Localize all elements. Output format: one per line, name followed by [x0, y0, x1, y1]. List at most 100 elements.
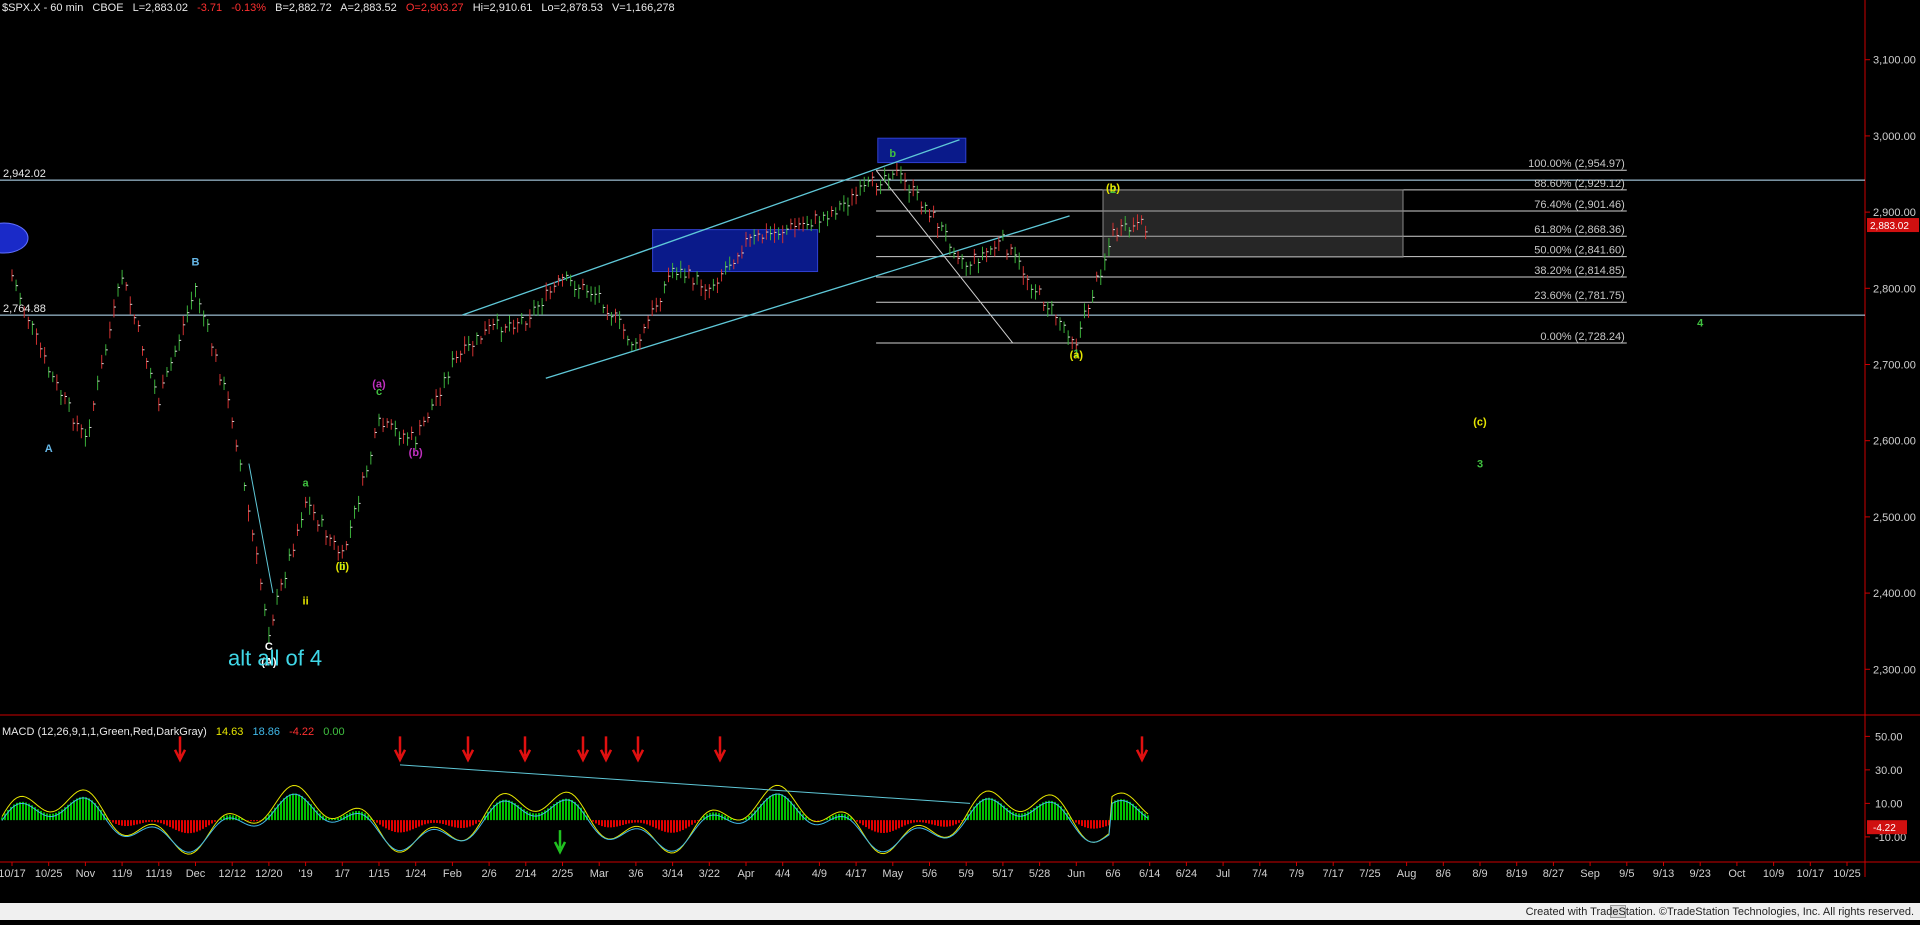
date-tick-label: 6/6: [1105, 868, 1120, 880]
date-tick-label: 8/9: [1472, 868, 1487, 880]
wave-label: 4: [1697, 317, 1704, 329]
down-arrow-marker: [599, 736, 613, 763]
date-tick-label: 3/6: [628, 868, 643, 880]
wave-label: c: [376, 386, 382, 398]
ask-price: A=2,883.52: [340, 2, 397, 14]
date-tick-label: 3/22: [699, 868, 720, 880]
date-tick-label: Feb: [443, 868, 462, 880]
date-tick-label: 9/23: [1689, 868, 1710, 880]
down-arrow-marker: [713, 736, 727, 763]
date-tick-label: Apr: [737, 868, 754, 880]
date-tick-label: Jun: [1067, 868, 1085, 880]
last-price: L=2,883.02: [132, 2, 189, 14]
date-tick-label: 1/7: [335, 868, 350, 880]
wave-label: A: [45, 443, 53, 455]
chart-header: $SPX.X - 60 min CBOE L=2,883.02 -3.71 -0…: [2, 2, 681, 14]
date-tick-label: 7/17: [1322, 868, 1343, 880]
down-arrow-marker: [173, 736, 187, 763]
macd-tick-label: 30.00: [1875, 765, 1903, 777]
price-tick-label: 2,500.00: [1873, 512, 1916, 524]
date-tick-label: 8/27: [1543, 868, 1564, 880]
fib-target-box: [1102, 189, 1404, 258]
date-tick-label: 5/28: [1029, 868, 1050, 880]
date-tick-label: Sep: [1580, 868, 1600, 880]
date-tick-label: 4/4: [775, 868, 790, 880]
blue-zone-box: [652, 229, 819, 273]
wave-label: 3: [1477, 458, 1483, 470]
date-tick-label: Aug: [1397, 868, 1417, 880]
price-tick-label: 3,100.00: [1873, 55, 1916, 67]
date-tick-label: 5/9: [959, 868, 974, 880]
wave-label: B: [192, 256, 200, 268]
up-arrow-marker: [553, 830, 567, 855]
date-tick-label: 3/14: [662, 868, 683, 880]
date-tick-label: 2/6: [481, 868, 496, 880]
fib-level-label: 100.00% (2,954.97): [1528, 158, 1625, 170]
net-change: -3.71: [197, 2, 223, 14]
date-tick-label: 7/4: [1252, 868, 1267, 880]
channel-line-short: [248, 463, 274, 594]
pct-change: -0.13%: [231, 2, 267, 14]
date-tick-label: 2/25: [552, 868, 573, 880]
price-tick-label: 2,300.00: [1873, 664, 1916, 676]
date-tick-label: Mar: [590, 868, 609, 880]
date-tick-label: 8/19: [1506, 868, 1527, 880]
wave-label: a: [303, 477, 310, 489]
macd-header: MACD (12,26,9,1,1,Green,Red,DarkGray) 14…: [2, 726, 351, 738]
credit-text: Created with TradeStation. ©TradeStation…: [1525, 906, 1914, 918]
date-tick-label: May: [882, 868, 903, 880]
date-tick-label: 12/20: [255, 868, 283, 880]
price-tick-label: 2,400.00: [1873, 588, 1916, 600]
macd-value-2: 18.86: [252, 726, 280, 738]
price-tick-label: 3,000.00: [1873, 131, 1916, 143]
wave-label: (ii): [336, 561, 350, 573]
date-tick-label: 5/6: [922, 868, 937, 880]
date-tick-label: 8/6: [1436, 868, 1451, 880]
date-tick-label: 7/25: [1359, 868, 1380, 880]
date-tick-label: 2/14: [515, 868, 536, 880]
down-arrow-marker: [631, 736, 645, 763]
wave-label: (b): [1106, 183, 1120, 195]
macd-last-label: -4.22: [1873, 823, 1896, 834]
macd-value-1: 14.63: [215, 726, 244, 738]
date-tick-label: 5/17: [992, 868, 1013, 880]
volume: V=1,166,278: [611, 2, 675, 14]
date-tick-label: 7/9: [1289, 868, 1304, 880]
date-tick-label: 10/9: [1763, 868, 1784, 880]
price-chart-svg: 3,100.00 3,000.00 2,900.00 2,800.00 2,700.00…: [0, 0, 1920, 880]
down-arrow-marker: [393, 736, 407, 763]
macd-tick-label: 10.00: [1875, 798, 1903, 810]
price-ellipse-marker: [0, 222, 29, 254]
wave-label: (b): [409, 447, 423, 459]
wave-label: ii: [303, 596, 309, 608]
open-price: O=2,903.27: [405, 2, 464, 14]
last-price-label: 2,883.02: [1870, 221, 1909, 232]
date-tick-label: Nov: [76, 868, 96, 880]
date-tick-label: 9/13: [1653, 868, 1674, 880]
down-arrow-marker: [518, 736, 532, 763]
macd-trend-line: [399, 764, 971, 804]
bid-price: B=2,882.72: [275, 2, 332, 14]
chart-canvas: 3,100.00 3,000.00 2,900.00 2,800.00 2,700.00…: [0, 0, 1920, 920]
fib-level-label: 23.60% (2,781.75): [1534, 290, 1625, 302]
date-tick-label: 10/17: [0, 868, 26, 880]
down-arrow-marker: [461, 736, 475, 763]
fib-level-label: 0.00% (2,728.24): [1540, 331, 1624, 343]
date-tick-label: 4/9: [812, 868, 827, 880]
high-price: Hi=2,910.61: [472, 2, 533, 14]
date-tick-label: 10/25: [1833, 868, 1861, 880]
price-tick-label: 2,600.00: [1873, 436, 1916, 448]
low-price: Lo=2,878.53: [541, 2, 603, 14]
wave-label: (c): [1473, 416, 1487, 428]
fib-level-label: 76.40% (2,901.46): [1534, 199, 1625, 211]
alt-count-annotation: alt all of 4: [228, 645, 322, 670]
down-arrow-marker: [1135, 736, 1149, 763]
date-tick-label: 6/24: [1176, 868, 1197, 880]
date-tick-label: 11/19: [145, 868, 172, 880]
price-tick-label: 2,900.00: [1873, 207, 1916, 219]
macd-value-3: -4.22: [289, 726, 315, 738]
date-tick-label: Dec: [186, 868, 206, 880]
date-tick-label: Jul: [1216, 868, 1230, 880]
date-tick-label: '19: [298, 868, 312, 880]
exchange-label: CBOE: [92, 2, 124, 14]
